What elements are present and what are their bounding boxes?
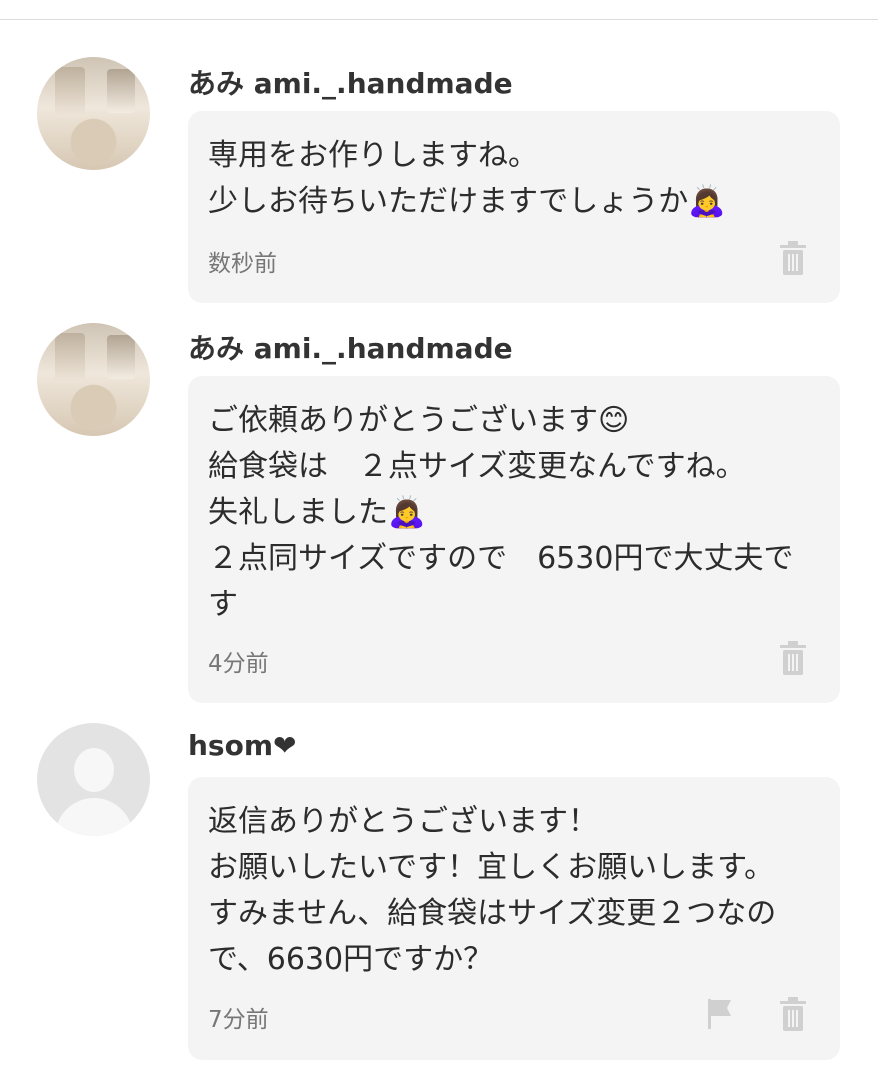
user-silhouette-icon[interactable]: [37, 723, 150, 836]
comment-text: 専用をお作りしますね。 少しお待ちいただけますでしょうか🙇‍♀️: [208, 138, 726, 219]
comment-author[interactable]: あみ ami._.handmade: [188, 327, 513, 367]
flag-icon[interactable]: [705, 997, 735, 1031]
avatar[interactable]: [37, 57, 150, 170]
comment-author[interactable]: あみ ami._.handmade: [188, 62, 513, 102]
comment-time: 数秒前: [208, 251, 277, 277]
heart-icon: ❤: [273, 729, 297, 762]
comment-time: 4分前: [208, 651, 269, 677]
trash-icon[interactable]: [778, 997, 808, 1031]
comment-text: ご依頼ありがとうございます😊 給食袋は ２点サイズ変更なんですね。 失礼しました…: [208, 403, 794, 622]
comment-bubble: ご依頼ありがとうございます😊 給食袋は ２点サイズ変更なんですね。 失礼しました…: [188, 376, 840, 703]
trash-icon[interactable]: [778, 641, 808, 675]
comment-time: 7分前: [208, 1007, 269, 1033]
comment-text: 返信ありがとうございます！ お願いしたいです！宜しくお願いします。 すみません、…: [208, 804, 777, 977]
trash-icon[interactable]: [778, 241, 808, 275]
comment-author[interactable]: hsom❤: [188, 729, 296, 762]
avatar[interactable]: [37, 323, 150, 436]
top-divider: [0, 19, 878, 20]
avatar-head: [74, 748, 114, 792]
avatar-body: [55, 798, 133, 836]
comment-bubble: 専用をお作りしますね。 少しお待ちいただけますでしょうか🙇‍♀️ 数秒前: [188, 111, 840, 303]
comment-author-name: hsom: [188, 729, 274, 762]
comment-bubble: 返信ありがとうございます！ お願いしたいです！宜しくお願いします。 すみません、…: [188, 777, 840, 1060]
